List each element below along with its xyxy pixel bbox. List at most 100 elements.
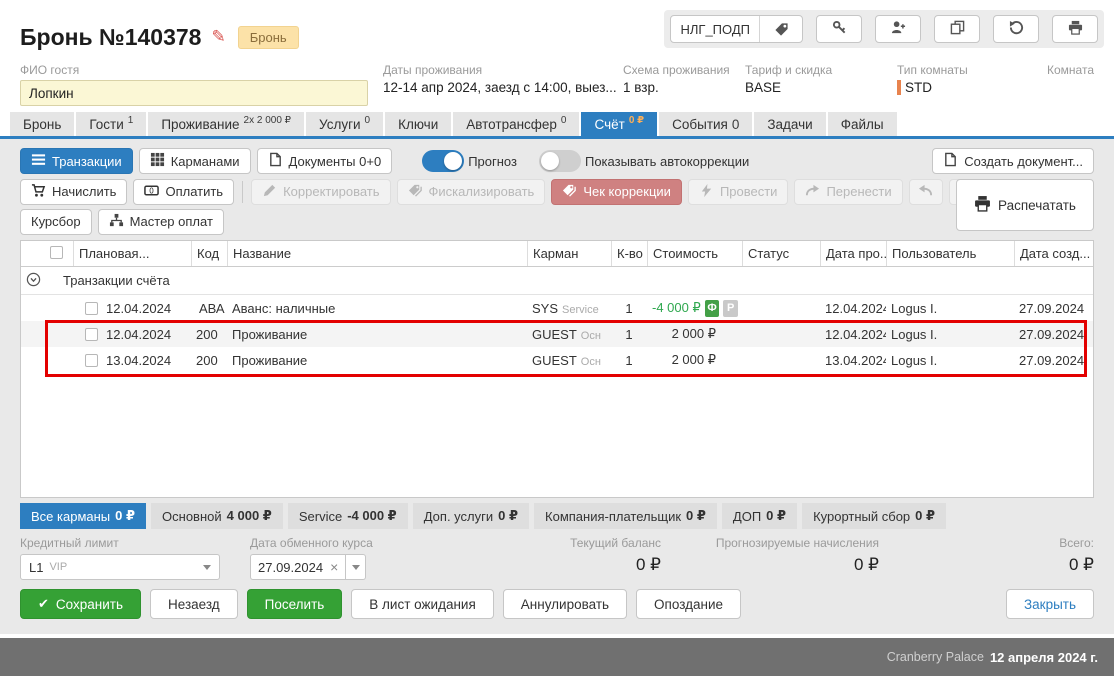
cell-qty: 1 [611, 353, 647, 368]
credit-limit-field: Кредитный лимит L1 VIP [20, 536, 220, 580]
pocket-dop[interactable]: ДОП0 ₽ [722, 503, 797, 529]
list-icon [31, 152, 46, 170]
hotel-name: Cranberry Palace [887, 650, 984, 664]
table-row[interactable]: 12.04.2024 200 Проживание GUESTОсн 1 2 0… [21, 321, 1093, 347]
tab-account[interactable]: Счёт0 ₽ [581, 112, 657, 136]
nlg-label[interactable]: НЛГ_ПОДП [671, 16, 760, 42]
guest-field: ФИО гостя [20, 60, 383, 112]
waitlist-button[interactable]: В лист ожидания [351, 589, 493, 619]
print-button[interactable] [1052, 15, 1098, 43]
close-button[interactable]: Закрыть [1006, 589, 1094, 619]
view-transactions-button[interactable]: Транзакции [20, 148, 133, 174]
fiscalize-button[interactable]: Фискализировать [397, 179, 546, 205]
grid-icon [150, 152, 165, 170]
date-dropdown-button[interactable] [346, 554, 366, 580]
tab-stay[interactable]: Проживание2x 2 000 ₽ [148, 112, 304, 136]
cell-code: АВА [199, 301, 225, 316]
toggle-knob [444, 152, 462, 170]
undo-icon [918, 183, 933, 201]
credit-limit-select[interactable]: L1 VIP [20, 554, 220, 580]
autocorrections-toggle[interactable] [539, 150, 581, 172]
person-add-icon [891, 20, 906, 38]
col-code[interactable]: Код [191, 241, 227, 266]
correction-check-button[interactable]: Чек коррекции [551, 179, 682, 205]
forecast-toggle[interactable] [422, 150, 464, 172]
tab-events[interactable]: События0 [659, 112, 752, 136]
cell-pocket: GUEST [532, 327, 577, 342]
copy-button[interactable] [934, 15, 980, 43]
cell-op-date: 12.04.2024 [820, 301, 886, 316]
pocket-payer-company[interactable]: Компания-плательщик0 ₽ [534, 503, 717, 529]
print-transactions-button[interactable]: Распечатать [956, 179, 1094, 231]
clear-date-icon[interactable]: × [330, 559, 338, 575]
current-balance: Текущий баланс 0 ₽ [471, 536, 661, 580]
pay-button[interactable]: 0 Оплатить [133, 179, 234, 205]
title-bar: Бронь №140378 ✎ Бронь НЛГ_ПОДП [0, 0, 1114, 60]
account-summary: Кредитный лимит L1 VIP Дата обменного ку… [20, 536, 1094, 580]
cell-amount: -4 000 ₽ [652, 300, 701, 316]
chevron-down-icon [203, 565, 211, 570]
nlg-tag-button[interactable]: НЛГ_ПОДП [670, 15, 803, 43]
late-button[interactable]: Опоздание [636, 589, 741, 619]
tab-keys[interactable]: Ключи [385, 112, 451, 136]
col-op-date[interactable]: Дата про... [820, 241, 886, 266]
pocket-resort-fee[interactable]: Курортный сбор0 ₽ [802, 503, 946, 529]
tab-files[interactable]: Файлы [828, 112, 897, 136]
pocket-all[interactable]: Все карманы0 ₽ [20, 503, 146, 529]
row-checkbox[interactable] [85, 328, 98, 341]
cell-created: 27.09.2024 [1014, 327, 1093, 342]
total-amount: Всего: 0 ₽ [879, 536, 1094, 580]
check-icon: ✔ [38, 597, 49, 612]
edit-icon[interactable]: ✎ [211, 27, 225, 47]
transfer-button[interactable]: Перенести [794, 179, 902, 205]
guest-name-input[interactable] [20, 80, 368, 106]
col-name[interactable]: Название [227, 241, 527, 266]
table-row[interactable]: 13.04.2024 200 Проживание GUESTОсн 1 2 0… [21, 347, 1093, 373]
status-bar: Cranberry Palace 12 апреля 2024 г. [0, 638, 1114, 676]
add-guest-button[interactable] [875, 15, 921, 43]
col-status[interactable]: Статус [742, 241, 820, 266]
select-all-checkbox[interactable] [50, 246, 63, 259]
post-button[interactable]: Провести [688, 179, 789, 205]
history-button[interactable] [993, 15, 1039, 43]
tab-services[interactable]: Услуги0 [306, 112, 383, 136]
pocket-service[interactable]: Service-4 000 ₽ [288, 503, 408, 529]
annul-button[interactable]: Аннулировать [503, 589, 627, 619]
col-cost[interactable]: Стоимость [647, 241, 742, 266]
correct-button[interactable]: Корректировать [251, 179, 390, 205]
collapse-group-icon[interactable] [26, 272, 41, 290]
tab-transfer[interactable]: Автотрансфер0 [453, 112, 579, 136]
chevron-down-icon [352, 565, 360, 570]
view-pockets-button[interactable]: Карманами [139, 148, 251, 174]
arrow-forward-icon [805, 183, 820, 201]
cell-name: Проживание [227, 327, 527, 342]
save-button[interactable]: ✔Сохранить [20, 589, 141, 619]
charge-button[interactable]: Начислить [20, 179, 127, 205]
noshow-button[interactable]: Незаезд [150, 589, 238, 619]
table-row[interactable]: 12.04.2024 АВА Аванс: наличные SYSServic… [21, 295, 1093, 321]
pocket-extra-services[interactable]: Доп. услуги0 ₽ [413, 503, 529, 529]
col-planned-date[interactable]: Плановая... [73, 241, 191, 266]
group-row-account-transactions[interactable]: Транзакции счёта [21, 267, 1093, 295]
tab-tasks[interactable]: Задачи [754, 112, 825, 136]
row-checkbox[interactable] [85, 354, 98, 367]
stay-dates-label: Даты проживания [383, 63, 623, 77]
key-button[interactable] [816, 15, 862, 43]
view-documents-button[interactable]: Документы 0+0 [257, 148, 393, 174]
tag-icon[interactable] [760, 22, 802, 37]
undo-button[interactable] [909, 179, 943, 205]
pocket-main[interactable]: Основной4 000 ₽ [151, 503, 283, 529]
status-badge: Бронь [238, 26, 299, 49]
tab-bron[interactable]: Бронь [10, 112, 74, 136]
exchange-date-picker[interactable]: 27.09.2024× [250, 554, 373, 580]
checkin-button[interactable]: Поселить [247, 589, 343, 619]
kursbor-button[interactable]: Курсбор [20, 209, 92, 235]
col-user[interactable]: Пользователь [886, 241, 1014, 266]
col-qty[interactable]: К-во [611, 241, 647, 266]
col-created[interactable]: Дата созд... [1014, 241, 1093, 266]
row-checkbox[interactable] [85, 302, 98, 315]
col-pocket[interactable]: Карман [527, 241, 611, 266]
tab-guests[interactable]: Гости1 [76, 112, 146, 136]
payment-master-button[interactable]: Мастер оплат [98, 209, 224, 235]
create-document-button[interactable]: Создать документ... [932, 148, 1094, 174]
